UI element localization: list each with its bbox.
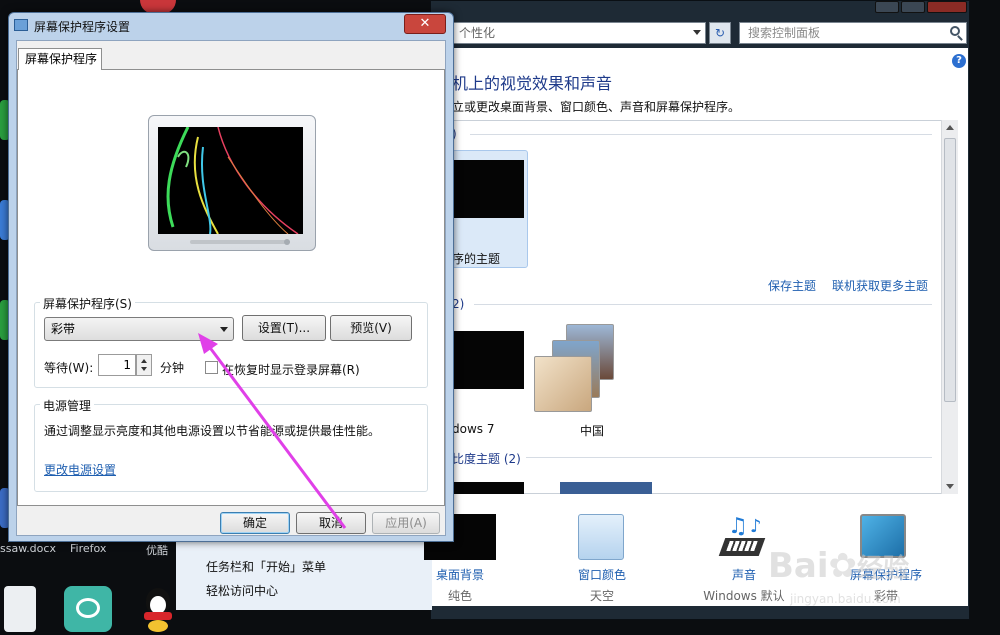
paw-icon: ✿ <box>828 546 858 586</box>
annotation-arrow <box>198 333 347 529</box>
baidu-watermark: Bai✿经验 <box>768 546 910 586</box>
watermark-url: jingyan.baidu.com <box>790 592 901 606</box>
